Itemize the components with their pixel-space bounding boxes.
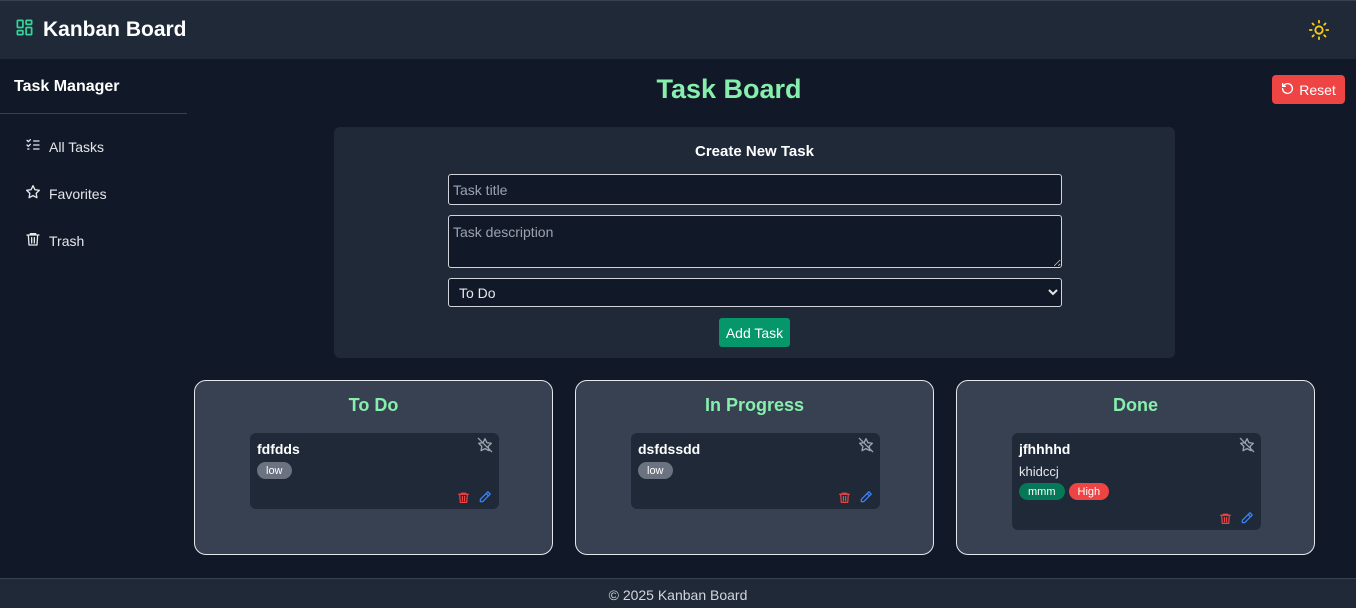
task-description-input[interactable] [448, 215, 1062, 268]
tag-list: low [638, 462, 673, 479]
column-in-progress: In Progress dsfdssdd low [575, 380, 934, 555]
star-icon [25, 184, 41, 203]
edit-task-button[interactable] [859, 490, 873, 504]
create-task-heading: Create New Task [695, 143, 814, 160]
task-card-title: dsfdssdd [638, 441, 701, 457]
task-title-input[interactable] [448, 174, 1062, 205]
tag-list: low [257, 462, 292, 479]
delete-task-button[interactable] [837, 490, 851, 504]
sidebar-item-all-tasks[interactable]: All Tasks [25, 137, 104, 156]
task-card-title: jfhhhhd [1019, 441, 1071, 457]
sidebar-item-label: All Tasks [49, 138, 104, 155]
task-card-description: khidccj [1019, 464, 1059, 479]
theme-toggle-button[interactable] [1306, 19, 1332, 45]
column-title: To Do [348, 395, 399, 415]
list-checks-icon [25, 137, 41, 156]
star-off-icon[interactable] [477, 437, 493, 453]
task-card[interactable]: fdfdds low [250, 433, 499, 509]
sidebar-title: Task Manager [14, 78, 120, 95]
tag-list: mmm High [1019, 483, 1110, 500]
create-task-panel: Create New Task To Do Add Task [334, 127, 1175, 358]
brand[interactable]: Kanban Board [15, 18, 187, 42]
priority-tag: low [257, 462, 292, 479]
delete-task-button[interactable] [1218, 511, 1232, 525]
column-to-do: To Do fdfdds low [194, 380, 553, 555]
star-off-icon[interactable] [1239, 437, 1255, 453]
task-card[interactable]: jfhhhhd khidccj mmm High [1012, 433, 1261, 530]
edit-task-button[interactable] [478, 490, 492, 504]
page-title: Task Board [656, 74, 802, 104]
app-title: Kanban Board [43, 18, 187, 41]
layout-grid-icon [15, 18, 34, 42]
edit-task-button[interactable] [1240, 511, 1254, 525]
sidebar-item-label: Favorites [49, 185, 107, 202]
sun-icon [1308, 19, 1330, 46]
sidebar-item-favorites[interactable]: Favorites [25, 184, 107, 203]
task-status-select[interactable]: To Do [448, 278, 1062, 307]
card-actions [837, 490, 873, 504]
sidebar-divider [0, 113, 187, 114]
label-tag: mmm [1019, 483, 1065, 500]
footer: © 2025 Kanban Board [0, 578, 1356, 608]
sidebar: Task Manager All Tasks Favorites Trash [0, 59, 187, 578]
priority-tag: High [1068, 483, 1110, 500]
priority-tag: low [638, 462, 673, 479]
sidebar-item-label: Trash [49, 232, 85, 249]
column-title: Done [1113, 395, 1158, 415]
top-bar: Kanban Board [0, 0, 1356, 59]
card-actions [456, 490, 492, 504]
star-off-icon[interactable] [858, 437, 874, 453]
rotate-ccw-icon [1281, 82, 1294, 98]
add-task-button[interactable]: Add Task [719, 318, 790, 347]
reset-label: Reset [1299, 81, 1336, 98]
delete-task-button[interactable] [456, 490, 470, 504]
trash-icon [25, 231, 41, 250]
task-card-title: fdfdds [257, 441, 300, 457]
column-done: Done jfhhhhd khidccj mmm High [956, 380, 1315, 555]
task-card[interactable]: dsfdssdd low [631, 433, 880, 509]
sidebar-item-trash[interactable]: Trash [25, 231, 84, 250]
column-title: In Progress [704, 395, 805, 415]
reset-button[interactable]: Reset [1272, 75, 1345, 104]
card-actions [1218, 511, 1254, 525]
